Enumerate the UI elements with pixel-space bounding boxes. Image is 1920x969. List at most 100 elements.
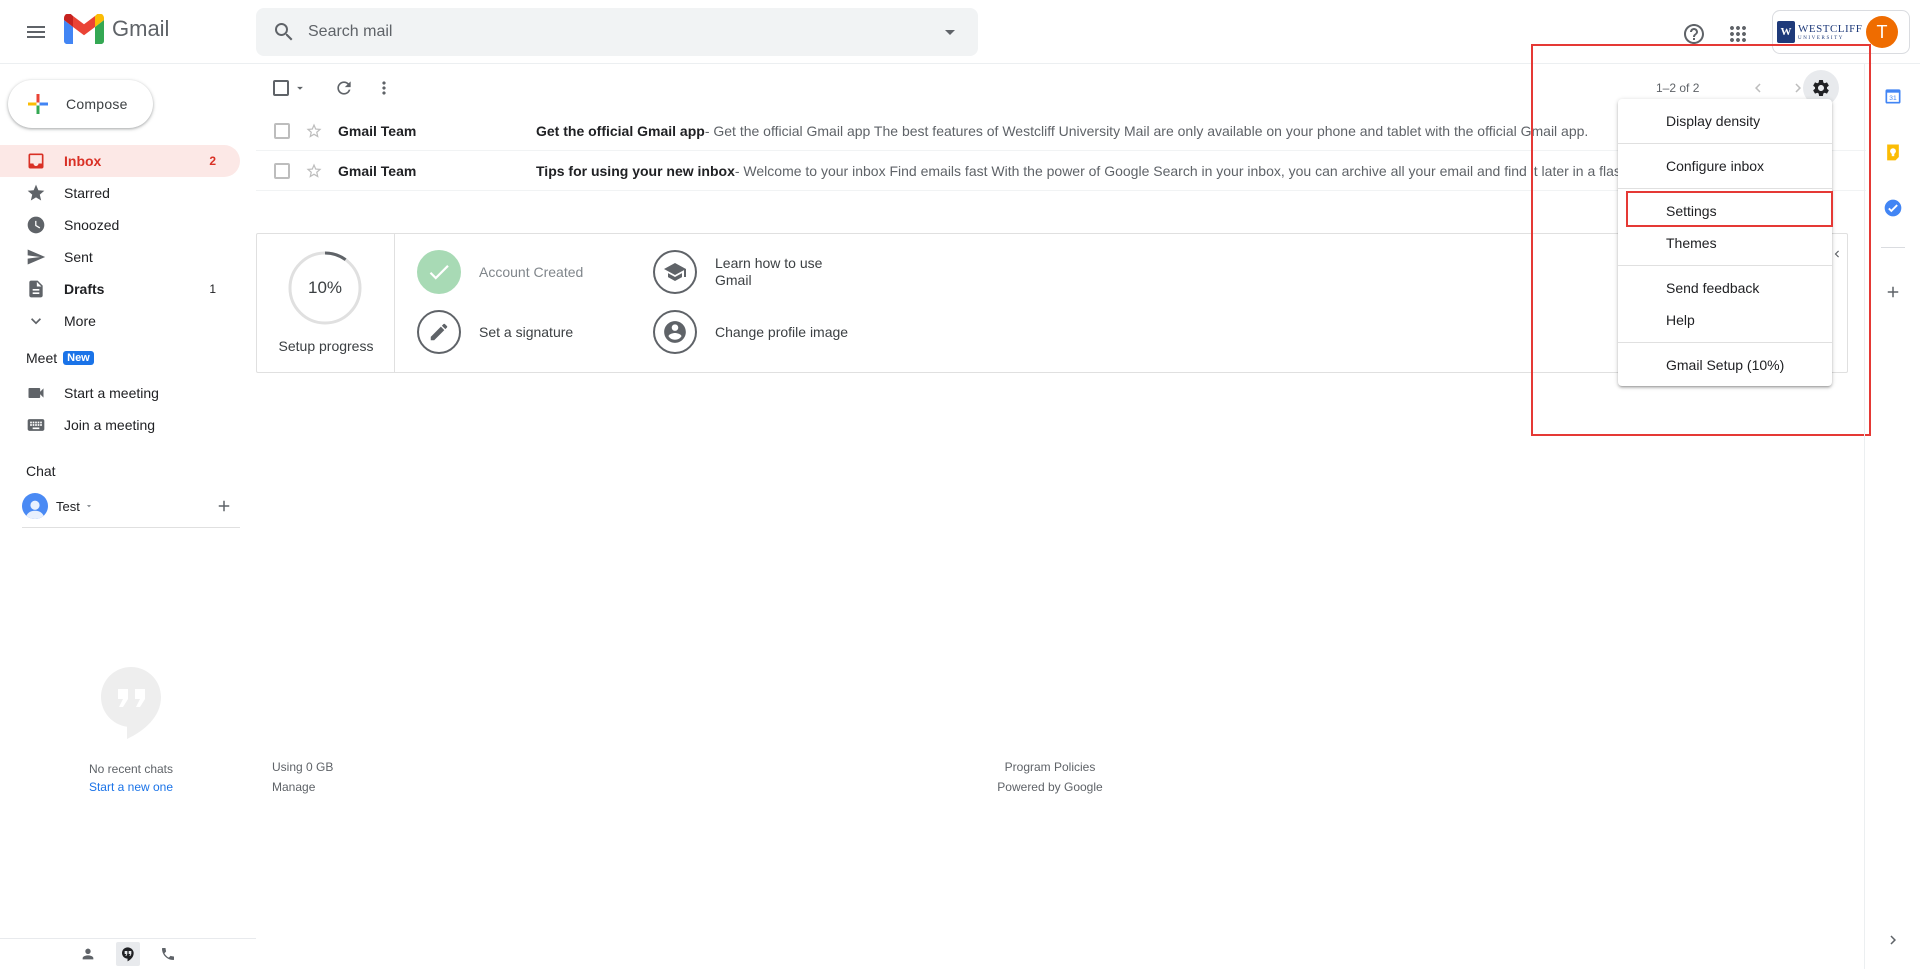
menu-item-settings[interactable]: Settings [1618, 195, 1832, 227]
plus-icon [218, 500, 230, 512]
checkbox-icon [273, 80, 289, 96]
menu-item-send-feedback[interactable]: Send feedback [1618, 272, 1832, 304]
menu-divider [1618, 342, 1832, 343]
sidebar-item-starred[interactable]: Starred [0, 177, 240, 209]
org-logo-name: WESTCLIFF [1798, 22, 1863, 35]
compose-label: Compose [66, 96, 128, 112]
account-avatar[interactable]: T [1866, 16, 1898, 48]
more-actions-button[interactable] [364, 70, 404, 106]
chevron-left-icon [1755, 83, 1761, 93]
sidebar-item-label: Inbox [64, 153, 102, 169]
menu-item-gmail-setup[interactable]: Gmail Setup (10%) [1618, 349, 1832, 381]
start-meeting-label: Start a meeting [64, 385, 159, 401]
caret-down-icon [297, 86, 303, 90]
sidebar-item-more[interactable]: More [0, 305, 240, 337]
app-name: Gmail [112, 16, 170, 41]
chat-user-name: Test [56, 498, 80, 514]
storage-footer: Using 0 GB Manage [272, 757, 333, 797]
sidebar-item-sent[interactable]: Sent [0, 241, 240, 273]
start-meeting-item[interactable]: Start a meeting [26, 377, 236, 409]
chat-section-title: Chat [26, 463, 56, 479]
star-outline-icon [306, 163, 322, 178]
menu-item-configure-inbox[interactable]: Configure inbox [1618, 150, 1832, 182]
calendar-button[interactable]: 31 [1881, 84, 1905, 108]
start-new-chat-link[interactable]: Start a new one [30, 780, 232, 794]
org-shield-icon: W [1777, 21, 1795, 43]
row-star-button[interactable] [304, 121, 324, 141]
chevron-right-icon [1890, 935, 1896, 945]
task-label: Change profile image [715, 323, 849, 340]
chat-bottom-bar [0, 938, 256, 969]
main-menu-button[interactable] [16, 16, 56, 48]
task-label: Account Created [479, 263, 584, 280]
program-policies-link[interactable]: Program Policies [950, 757, 1150, 777]
meet-title: Meet [26, 350, 58, 366]
get-addons-button[interactable] [1881, 280, 1905, 304]
row-star-button[interactable] [304, 161, 324, 181]
clock-icon [26, 215, 46, 235]
search-input[interactable] [308, 8, 926, 56]
draft-icon [26, 279, 46, 299]
menu-item-help[interactable]: Help [1618, 304, 1832, 336]
check-icon [417, 250, 461, 294]
menu-item-display-density[interactable]: Display density [1618, 105, 1832, 137]
search-options-button[interactable] [926, 8, 974, 56]
email-subject: Get the official Gmail app [536, 122, 705, 139]
side-panel: 31 [1864, 64, 1920, 969]
keep-button[interactable] [1881, 140, 1905, 164]
draft-count: 1 [209, 282, 216, 296]
progress-percent: 10% [307, 278, 343, 297]
empty-chat-bubble-icon [101, 667, 161, 739]
keyboard-icon [27, 419, 45, 431]
task-set-signature[interactable]: Set a signature [417, 310, 609, 354]
sidebar-item-snoozed[interactable]: Snoozed [0, 209, 240, 241]
email-subject: Tips for using your new inbox [536, 162, 735, 179]
manage-storage-link[interactable]: Manage [272, 777, 333, 797]
row-checkbox[interactable] [274, 122, 290, 139]
setup-progress[interactable]: 10% Setup progress [257, 234, 395, 372]
email-sender: Gmail Team [338, 162, 417, 179]
calendar-icon: 31 [1885, 89, 1901, 104]
gmail-logo[interactable]: Gmail [64, 14, 169, 44]
tasks-check-icon [1884, 199, 1902, 217]
google-apps-button[interactable] [1720, 16, 1756, 52]
chevron-left-icon [1834, 250, 1839, 258]
menu-item-themes[interactable]: Themes [1618, 227, 1832, 259]
sidebar-item-inbox[interactable]: Inbox 2 [0, 145, 240, 177]
task-learn-gmail[interactable]: Learn how to use Gmail [653, 250, 845, 294]
menu-divider [1618, 188, 1832, 189]
compose-plus-icon [28, 94, 48, 114]
svg-text:31: 31 [1889, 95, 1897, 102]
organization-logo: W WESTCLIFF UNIVERSITY [1777, 19, 1873, 45]
show-side-panel-button[interactable] [1881, 928, 1905, 952]
join-meeting-label: Join a meeting [64, 417, 156, 433]
refresh-button[interactable] [324, 70, 364, 106]
hangouts-tab[interactable] [116, 942, 140, 966]
compose-button[interactable]: Compose [8, 80, 153, 128]
new-chat-button[interactable] [212, 494, 236, 518]
select-all-checkbox[interactable] [270, 70, 310, 106]
gmail-m-icon [64, 14, 104, 44]
inbox-icon [26, 151, 46, 171]
chat-user-switcher[interactable]: Test [22, 491, 240, 521]
tasks-button[interactable] [1881, 196, 1905, 220]
sidebar-item-label: Sent [64, 249, 93, 265]
support-button[interactable] [1676, 16, 1712, 52]
join-meeting-item[interactable]: Join a meeting [26, 409, 236, 441]
task-label: Set a signature [479, 323, 574, 340]
row-checkbox[interactable] [274, 162, 290, 179]
chevron-down-icon [26, 311, 46, 331]
send-icon [26, 247, 46, 267]
sidebar-item-drafts[interactable]: Drafts 1 [0, 273, 240, 305]
search-button[interactable] [260, 8, 308, 56]
contacts-tab[interactable] [76, 942, 100, 966]
task-change-profile-image[interactable]: Change profile image [653, 310, 875, 354]
phone-tab[interactable] [156, 942, 180, 966]
menu-divider [1618, 143, 1832, 144]
new-badge: New [63, 351, 94, 365]
task-account-created: Account Created [417, 250, 609, 294]
gear-icon [1813, 80, 1829, 96]
search-bar [256, 8, 978, 56]
sidebar-item-label: Drafts [64, 281, 105, 297]
storage-usage: Using 0 GB [272, 760, 334, 774]
